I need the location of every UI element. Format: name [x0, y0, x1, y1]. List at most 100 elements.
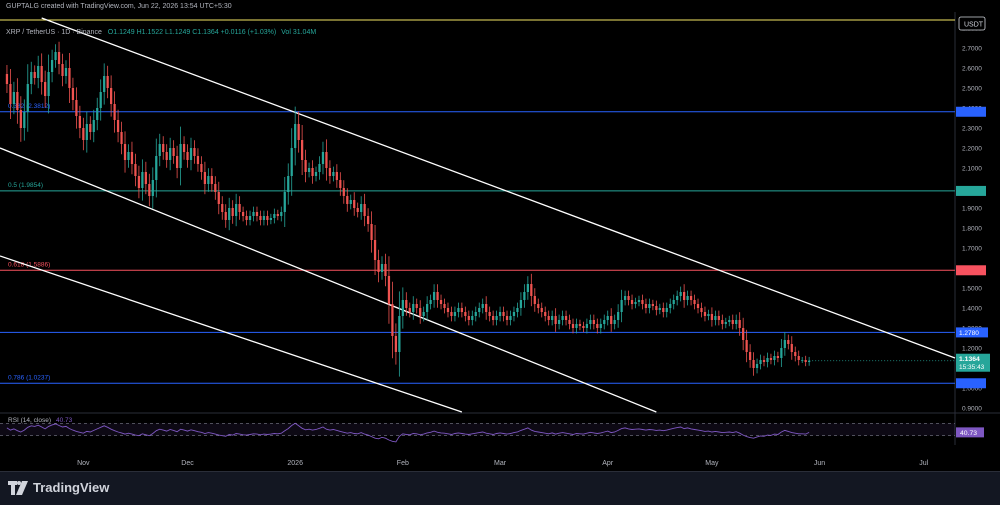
ohlc-text: O1.1249 H1.1522 L1.1249 C1.1364 +0.0116 …: [107, 29, 277, 36]
candle-body: [578, 324, 582, 326]
candle-body: [686, 296, 689, 300]
candle-body: [682, 292, 686, 300]
candle-body: [5, 74, 9, 84]
price-tick-label: 2.5000: [962, 86, 982, 93]
candle-body: [217, 192, 220, 204]
candle-body: [731, 320, 734, 324]
rsi-value-inline: 40.73: [56, 417, 73, 424]
trend-line[interactable]: [41, 17, 956, 359]
time-tick-label: 2026: [287, 460, 303, 467]
candle-body: [262, 216, 266, 220]
time-tick-label: Apr: [602, 460, 614, 467]
time-tick-label: Nov: [77, 460, 90, 467]
candle-body: [370, 224, 373, 240]
candle-body: [193, 148, 196, 156]
candle-body: [353, 200, 356, 208]
fib-level-label: 0.618 (1.5886): [8, 261, 50, 268]
candle-body: [47, 72, 50, 96]
candle-body: [127, 152, 130, 160]
rsi-axis-value: 40.73: [960, 430, 977, 437]
candle-body: [505, 316, 509, 320]
candle-body: [797, 356, 800, 360]
price-tick-label: 2.6000: [962, 66, 982, 73]
candle-body: [189, 148, 193, 160]
candle-body: [276, 214, 279, 216]
candle-body: [790, 344, 793, 352]
candle-body: [307, 168, 311, 172]
candle-body: [162, 144, 165, 152]
time-tick-label: Dec: [181, 460, 194, 467]
candle-body: [384, 264, 387, 276]
candle-body: [196, 156, 200, 164]
candle-body: [103, 76, 106, 92]
candle-body: [248, 216, 252, 220]
candle-body: [182, 144, 186, 152]
candle-body: [71, 88, 75, 100]
candle-body: [547, 316, 550, 320]
candle-body: [373, 240, 377, 260]
price-tick-label: 2.3000: [962, 126, 982, 133]
candle-body: [707, 314, 710, 316]
price-tick-label: 1.2000: [962, 346, 982, 353]
fib-level-label: 0.5 (1.9854): [8, 182, 43, 189]
candle-body: [318, 164, 321, 172]
candle-body: [432, 292, 436, 300]
candle-body: [231, 208, 234, 216]
candle-body: [342, 188, 345, 196]
candle-body: [669, 304, 672, 308]
candle-body: [533, 296, 536, 304]
footer-bar: TradingView: [0, 471, 1000, 505]
candle-body: [297, 124, 300, 140]
candle-body: [471, 316, 474, 320]
bar-countdown: 15:35:43: [959, 364, 985, 371]
candle-body: [540, 308, 543, 312]
candle-body: [116, 120, 120, 132]
trend-line[interactable]: [0, 147, 657, 413]
candle-body: [721, 320, 724, 324]
candle-body: [366, 216, 370, 224]
candle-body: [627, 296, 630, 300]
candle-body: [387, 276, 391, 304]
candle-body: [589, 320, 592, 324]
candle-body: [717, 316, 720, 320]
grid: [0, 12, 1000, 445]
candle-body: [759, 360, 762, 364]
time-tick-label: May: [705, 460, 719, 467]
candle-body: [346, 196, 349, 204]
candle-body: [617, 312, 620, 320]
candle-body: [349, 200, 352, 204]
candle-body: [92, 120, 95, 132]
candle-body: [519, 300, 523, 308]
currency-label: USDT: [964, 22, 984, 29]
legend-row: XRP / TetherUS · 1D · Binance O1.1249 H1…: [6, 29, 316, 36]
candle-body: [439, 300, 443, 304]
brand-name: TradingView: [33, 480, 110, 495]
candle-body: [235, 204, 238, 216]
candle-body: [186, 152, 189, 160]
time-axis: Nov Dec 2026 Feb Mar Apr May Jun Jul: [77, 460, 929, 467]
candle-body: [599, 324, 602, 328]
candle-body: [300, 140, 304, 160]
candle-body: [50, 60, 54, 72]
candle-body: [464, 312, 467, 316]
candle-body: [16, 92, 19, 110]
chart-canvas[interactable]: 0.382 (2.3812)0.5 (1.9854)0.618 (1.5886)…: [0, 0, 1000, 471]
candle-body: [436, 292, 439, 300]
candle-body: [665, 308, 668, 312]
fib-axis-badge: [956, 185, 986, 196]
symbol-text[interactable]: XRP / TetherUS · 1D · Binance: [6, 29, 102, 36]
candle-body: [394, 336, 398, 352]
candle-body: [696, 304, 700, 308]
candle-body: [391, 304, 394, 336]
candle-body: [280, 212, 283, 216]
horizontal-line-value: 1.2780: [959, 330, 979, 337]
price-tick-label: 1.9000: [962, 206, 982, 213]
candle-body: [429, 300, 432, 304]
candle-body: [592, 320, 595, 324]
candle-body: [398, 316, 401, 352]
tradingview-logo[interactable]: TradingView: [8, 480, 109, 495]
candle-body: [89, 124, 92, 132]
candle-body: [801, 360, 804, 361]
candle-body: [537, 304, 540, 308]
candle-body: [544, 312, 547, 316]
